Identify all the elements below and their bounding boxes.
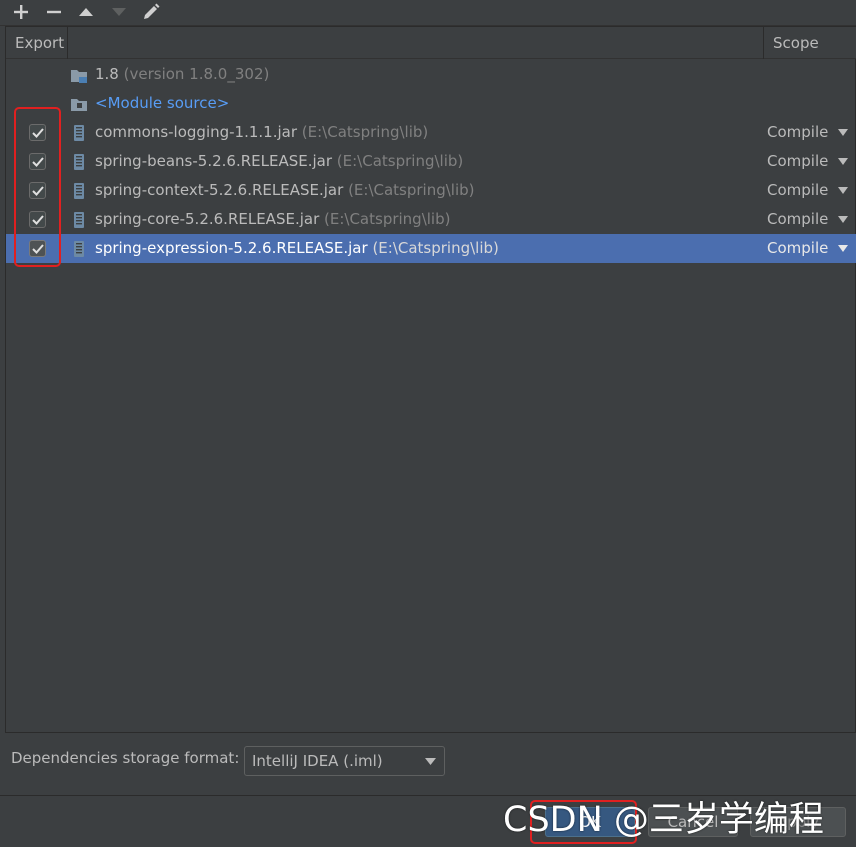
pencil-icon: [144, 3, 160, 19]
export-highlight-box: [14, 107, 61, 267]
folder-icon: [70, 95, 88, 113]
dependencies-toolbar: [0, 0, 856, 26]
table-header: Export Scope: [6, 27, 856, 59]
chevron-down-icon[interactable]: [838, 245, 848, 252]
dependency-label: spring-context-5.2.6.RELEASE.jar: [95, 181, 344, 199]
table-row[interactable]: spring-context-5.2.6.RELEASE.jar (E:\Cat…: [6, 176, 856, 205]
table-row[interactable]: spring-beans-5.2.6.RELEASE.jar (E:\Catsp…: [6, 147, 856, 176]
table-row[interactable]: spring-core-5.2.6.RELEASE.jar (E:\Catspr…: [6, 205, 856, 234]
dependency-name: commons-logging-1.1.1.jar (E:\Catspring\…: [95, 118, 428, 147]
dependency-path: (E:\Catspring\lib): [319, 210, 451, 228]
dependency-path: (E:\Catspring\lib): [332, 152, 464, 170]
remove-button[interactable]: [40, 0, 68, 24]
dependency-name: <Module source>: [95, 89, 229, 118]
storage-format-label: Dependencies storage format:: [11, 749, 240, 767]
edit-button[interactable]: [137, 0, 165, 24]
column-header-export[interactable]: Export: [6, 27, 68, 59]
dependency-label: spring-core-5.2.6.RELEASE.jar: [95, 210, 320, 228]
storage-format-select[interactable]: IntelliJ IDEA (.iml): [244, 746, 445, 776]
dependency-path: (E:\Catspring\lib): [297, 123, 429, 141]
chevron-down-icon[interactable]: [838, 129, 848, 136]
scope-dropdown[interactable]: Compile: [767, 234, 828, 263]
dependency-path: (E:\Catspring\lib): [367, 239, 499, 257]
jar-icon: [70, 240, 88, 258]
dependency-name: spring-expression-5.2.6.RELEASE.jar (E:\…: [95, 234, 499, 263]
dependency-label[interactable]: <Module source>: [95, 94, 229, 112]
table-row[interactable]: 1.8 (version 1.8.0_302): [6, 60, 856, 89]
chevron-down-icon[interactable]: [838, 158, 848, 165]
add-button[interactable]: [7, 0, 35, 24]
watermark: CSDN @三岁学编程: [503, 800, 824, 840]
table-row[interactable]: <Module source>: [6, 89, 856, 118]
plus-icon: [14, 5, 28, 19]
scope-dropdown[interactable]: Compile: [767, 118, 828, 147]
minus-icon: [47, 10, 61, 14]
column-header-name[interactable]: [68, 27, 764, 59]
dependency-name: 1.8 (version 1.8.0_302): [95, 60, 269, 89]
dependency-label: spring-beans-5.2.6.RELEASE.jar: [95, 152, 333, 170]
chevron-down-icon[interactable]: [838, 187, 848, 194]
storage-format-value: IntelliJ IDEA (.iml): [252, 752, 383, 770]
dependency-label: spring-expression-5.2.6.RELEASE.jar: [95, 239, 368, 257]
chevron-down-icon: [425, 758, 436, 765]
dependency-path: (E:\Catspring\lib): [343, 181, 475, 199]
jar-icon: [70, 182, 88, 200]
dependency-name: spring-core-5.2.6.RELEASE.jar (E:\Catspr…: [95, 205, 450, 234]
dependency-label: commons-logging-1.1.1.jar: [95, 123, 298, 141]
dependency-name: spring-beans-5.2.6.RELEASE.jar (E:\Catsp…: [95, 147, 463, 176]
scope-dropdown[interactable]: Compile: [767, 147, 828, 176]
scope-dropdown[interactable]: Compile: [767, 205, 828, 234]
scope-dropdown[interactable]: Compile: [767, 176, 828, 205]
chevron-down-icon[interactable]: [838, 216, 848, 223]
table-row[interactable]: commons-logging-1.1.1.jar (E:\Catspring\…: [6, 118, 856, 147]
dependency-name: spring-context-5.2.6.RELEASE.jar (E:\Cat…: [95, 176, 475, 205]
dependencies-table: Export Scope 1.8 (version 1.8.0_302) <Mod…: [5, 26, 856, 733]
dependency-path: (version 1.8.0_302): [118, 65, 270, 83]
column-header-scope[interactable]: Scope: [764, 27, 856, 59]
arrow-down-icon: [112, 8, 126, 16]
move-down-button[interactable]: [105, 0, 133, 24]
jar-icon: [70, 153, 88, 171]
dependency-label: 1.8: [95, 65, 119, 83]
jar-icon: [70, 211, 88, 229]
table-row[interactable]: spring-expression-5.2.6.RELEASE.jar (E:\…: [6, 234, 856, 263]
move-up-button[interactable]: [72, 0, 100, 24]
folder-icon: [70, 66, 88, 84]
jar-icon: [70, 124, 88, 142]
arrow-up-icon: [79, 8, 93, 16]
project-structure-dependencies-panel: Export Scope 1.8 (version 1.8.0_302) <Mod…: [0, 0, 856, 847]
